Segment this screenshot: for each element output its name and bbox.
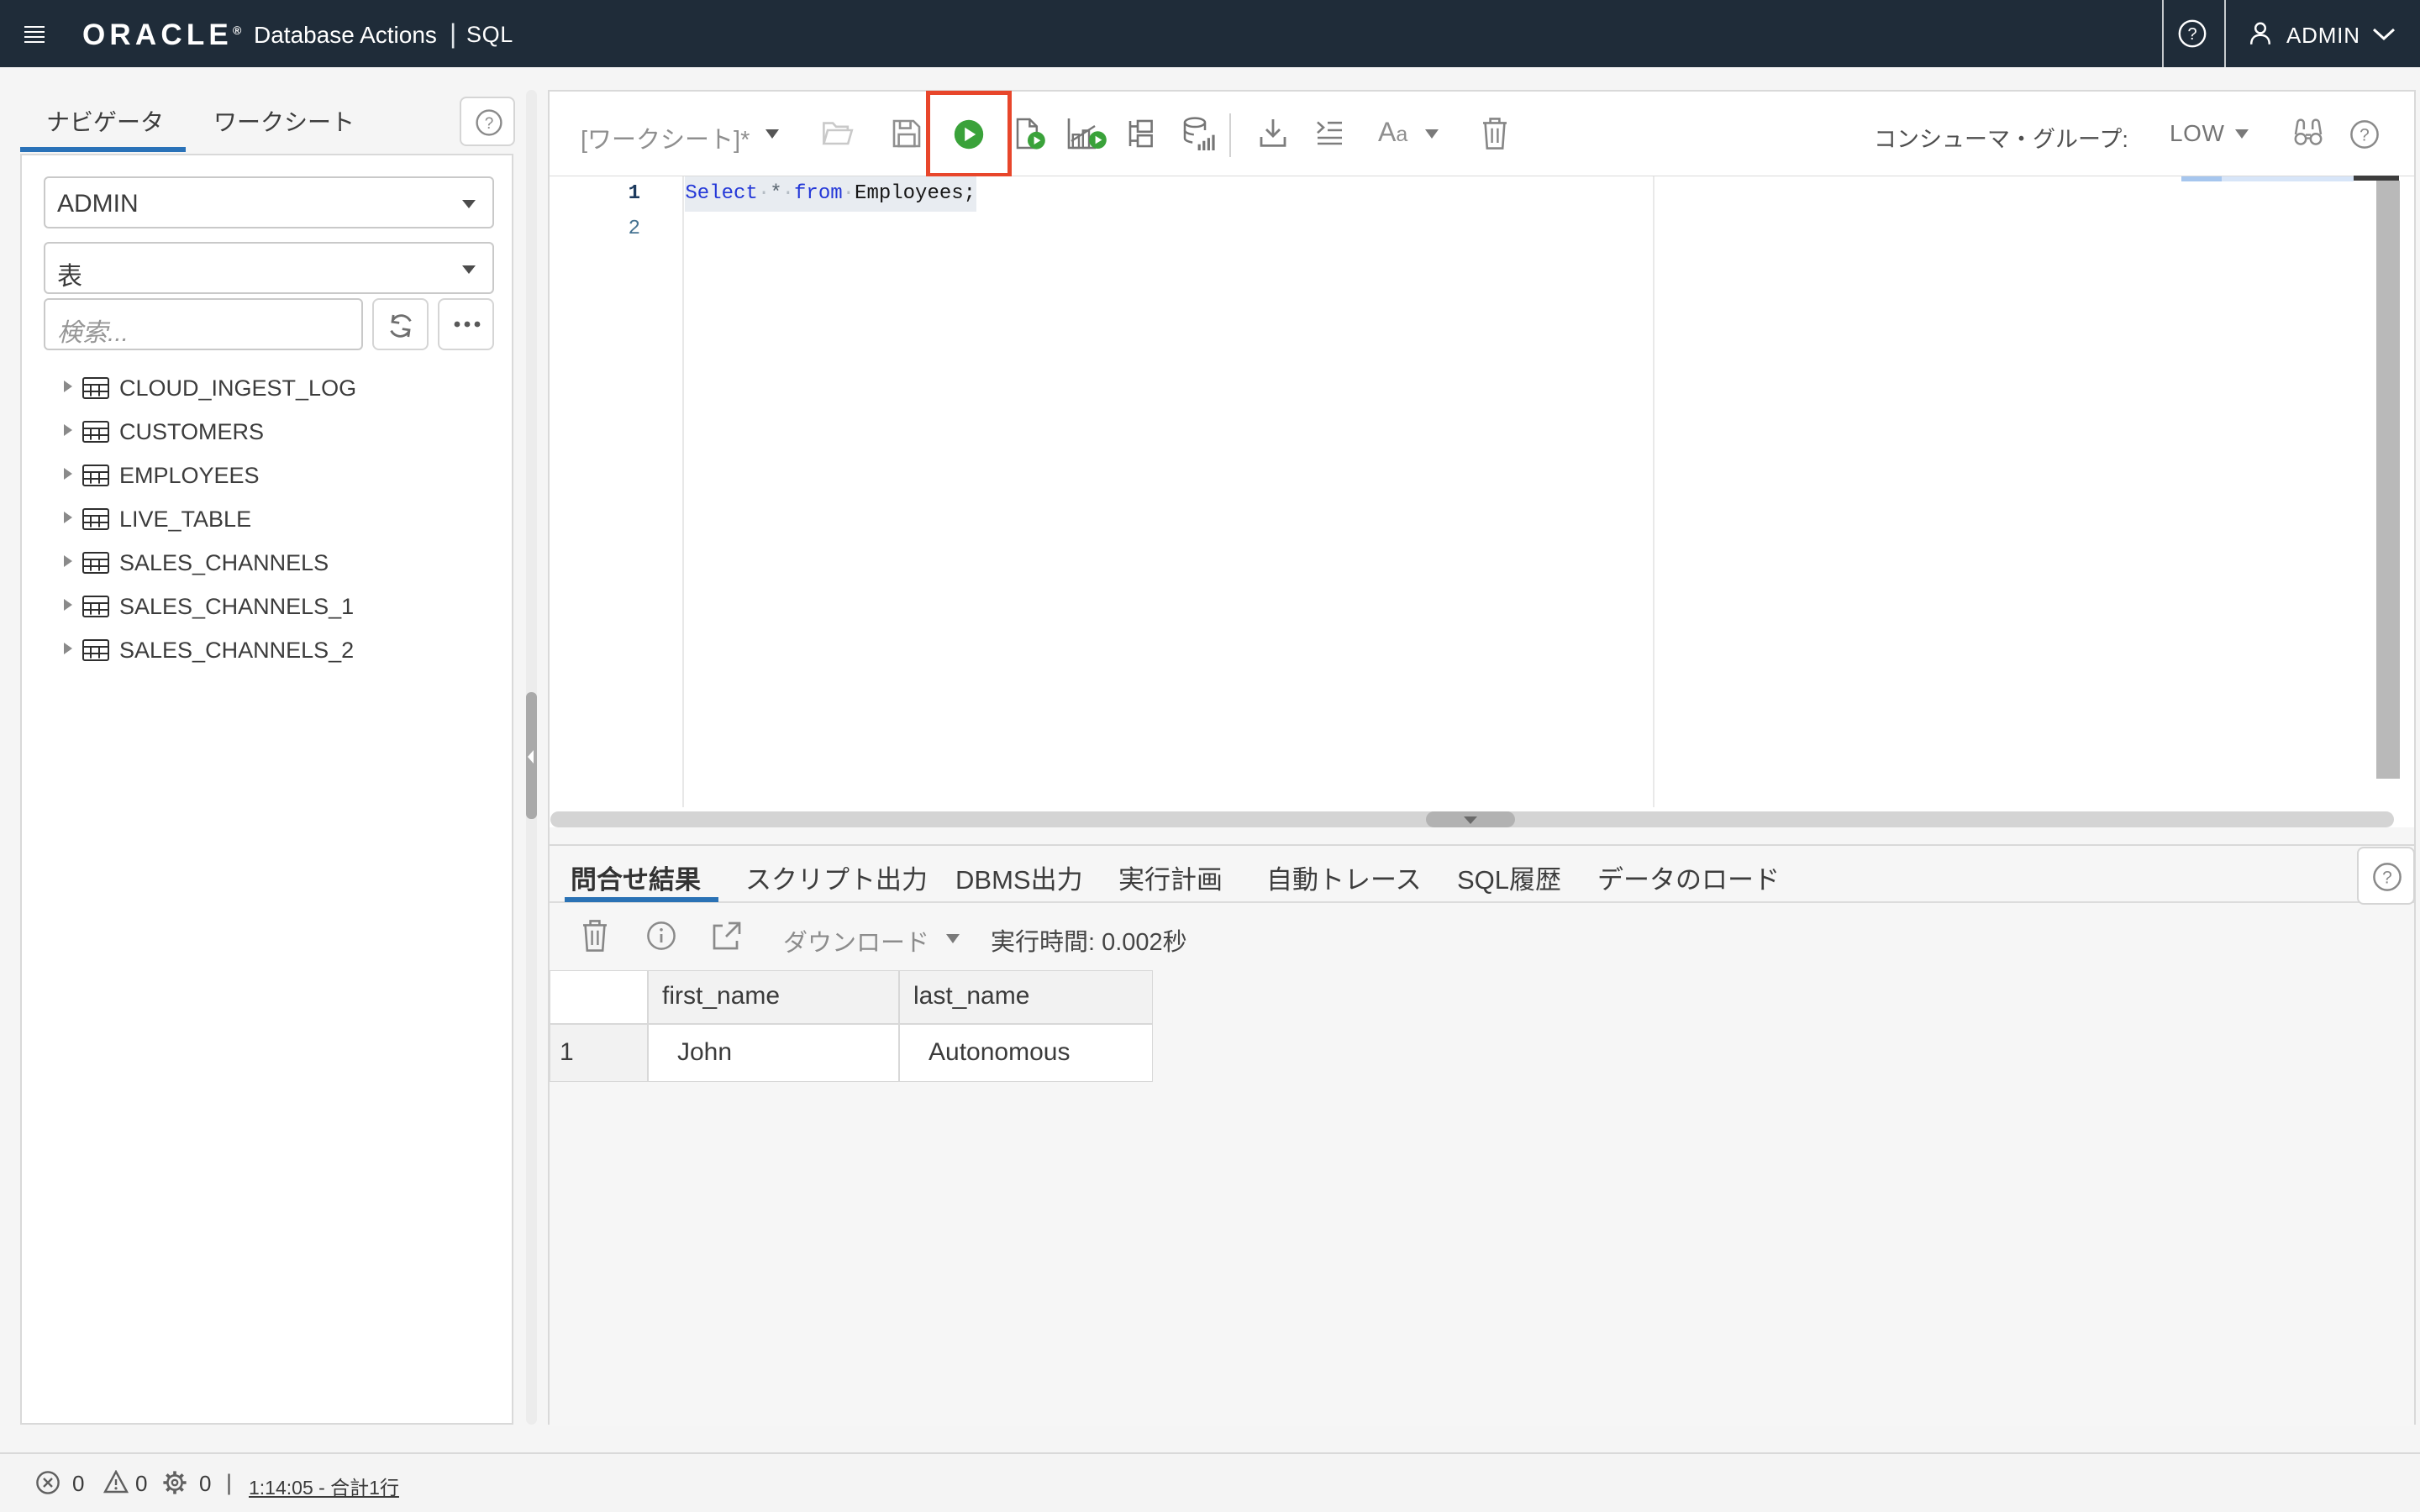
svg-text:?: ? (2360, 125, 2370, 144)
svg-text:?: ? (485, 115, 494, 133)
svg-text:?: ? (2187, 25, 2196, 44)
svg-text:?: ? (2382, 869, 2392, 888)
